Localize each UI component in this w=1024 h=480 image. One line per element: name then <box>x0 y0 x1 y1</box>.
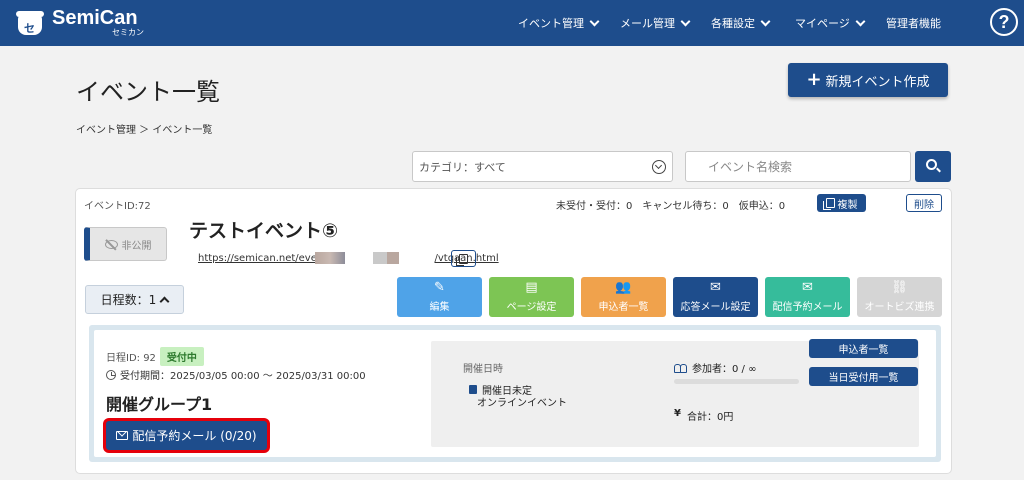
edit-button[interactable]: ✎ 編集 <box>397 277 482 317</box>
help-icon[interactable]: ? <box>990 8 1018 36</box>
breadcrumb[interactable]: イベント管理 ＞ イベント一覧 <box>76 121 212 136</box>
pencil-icon: ✎ <box>434 280 445 295</box>
total-amount: 合計：0円 <box>686 412 734 423</box>
clock-icon <box>106 369 116 380</box>
date-label: 開催日時 <box>463 364 503 375</box>
page-settings-button[interactable]: ▤ ページ設定 <box>489 277 574 317</box>
chevron-down-icon <box>855 16 866 26</box>
status-badge: 受付中 <box>159 347 204 366</box>
yen-icon: ¥ <box>674 408 681 419</box>
event-id: イベントID:72 <box>84 201 151 212</box>
calendar-icon <box>469 385 477 394</box>
nav-settings[interactable]: 各種設定 <box>711 15 771 31</box>
reception-period: 受付期間：2025/03/05 00:00 ～ 2025/03/31 00:00 <box>120 371 366 382</box>
duplicate-button[interactable]: 複製 <box>817 194 866 212</box>
participants-progress-bar <box>674 379 799 384</box>
group-applicants-button[interactable]: 申込者一覧 <box>809 339 918 358</box>
semican-logo[interactable]: セ SemiCan セミカン <box>16 8 144 37</box>
chevron-down-circle-icon <box>652 160 666 174</box>
event-title: テストイベント⑤ <box>189 220 339 242</box>
envelope-icon <box>116 431 129 440</box>
schedule-id: 日程ID: 92 <box>106 353 156 364</box>
copy-icon <box>456 253 468 266</box>
participants-icon <box>674 363 687 373</box>
mail-icon: ✉ <box>802 280 813 295</box>
delete-button[interactable]: 削除 <box>906 194 942 212</box>
visibility-toggle[interactable]: 非公開 <box>84 227 167 261</box>
search-button[interactable] <box>915 151 951 182</box>
logo-subtitle: セミカン <box>112 28 144 37</box>
copy-url-button[interactable] <box>451 250 476 267</box>
reply-mail-icon: ✉ <box>710 280 721 295</box>
chevron-up-icon <box>159 296 170 307</box>
chevron-down-icon <box>680 16 691 26</box>
redacted-url-part <box>373 252 387 264</box>
eye-off-icon <box>104 239 118 249</box>
top-navbar: セ SemiCan セミカン イベント管理 メール管理 各種設定 マイページ 管… <box>0 0 1024 46</box>
nav-mail-management[interactable]: メール管理 <box>620 15 691 31</box>
copy-icon <box>822 198 835 210</box>
group-name: 開催グループ1 <box>106 395 213 414</box>
schedule-group-card: 日程ID: 92 受付中 受付期間：2025/03/05 00:00 ～ 202… <box>94 330 936 457</box>
autobiz-link-button[interactable]: ⛓ オートビズ連携 <box>857 277 942 317</box>
scheduled-mail-button[interactable]: ✉ 配信予約メール <box>765 277 850 317</box>
nav-admin[interactable]: 管理者機能 <box>886 15 941 31</box>
chevron-down-icon <box>589 16 600 26</box>
page-icon: ▤ <box>525 280 538 295</box>
logo-mark-icon: セ <box>16 9 46 37</box>
schedule-count-toggle[interactable]: 日程数：1 <box>85 285 184 314</box>
logo-name: SemiCan <box>52 7 138 29</box>
event-counts: 未受付・受付：0 キャンセル待ち：0 仮申込：0 <box>556 201 786 212</box>
new-event-button[interactable]: + 新規イベント作成 <box>788 63 948 97</box>
redacted-url-part <box>387 252 399 264</box>
applicants-list-button[interactable]: 👥 申込者一覧 <box>581 277 666 317</box>
nav-event-management[interactable]: イベント管理 <box>518 15 600 31</box>
reply-mail-settings-button[interactable]: ✉ 応答メール設定 <box>673 277 758 317</box>
reception-list-button[interactable]: 当日受付用一覧 <box>809 367 918 386</box>
plus-icon: + <box>806 68 822 90</box>
nav-mypage[interactable]: マイページ <box>795 15 866 31</box>
participants-count: 参加者：0 / ∞ <box>692 364 757 375</box>
event-card: イベントID:72 未受付・受付：0 キャンセル待ち：0 仮申込：0 複製 削除… <box>75 188 952 474</box>
category-select[interactable]: カテゴリ：すべて <box>412 151 673 182</box>
venue: オンラインイベント <box>477 398 567 409</box>
page-title: イベント一覧 <box>76 78 220 106</box>
redacted-url-part <box>315 252 345 264</box>
link-off-icon: ⛓ <box>891 280 908 295</box>
chevron-down-icon <box>760 16 771 26</box>
users-icon: 👥 <box>615 280 632 295</box>
scheduled-mail-count-button[interactable]: 配信予約メール (0/20) <box>106 421 267 450</box>
event-search-input[interactable] <box>685 151 911 182</box>
